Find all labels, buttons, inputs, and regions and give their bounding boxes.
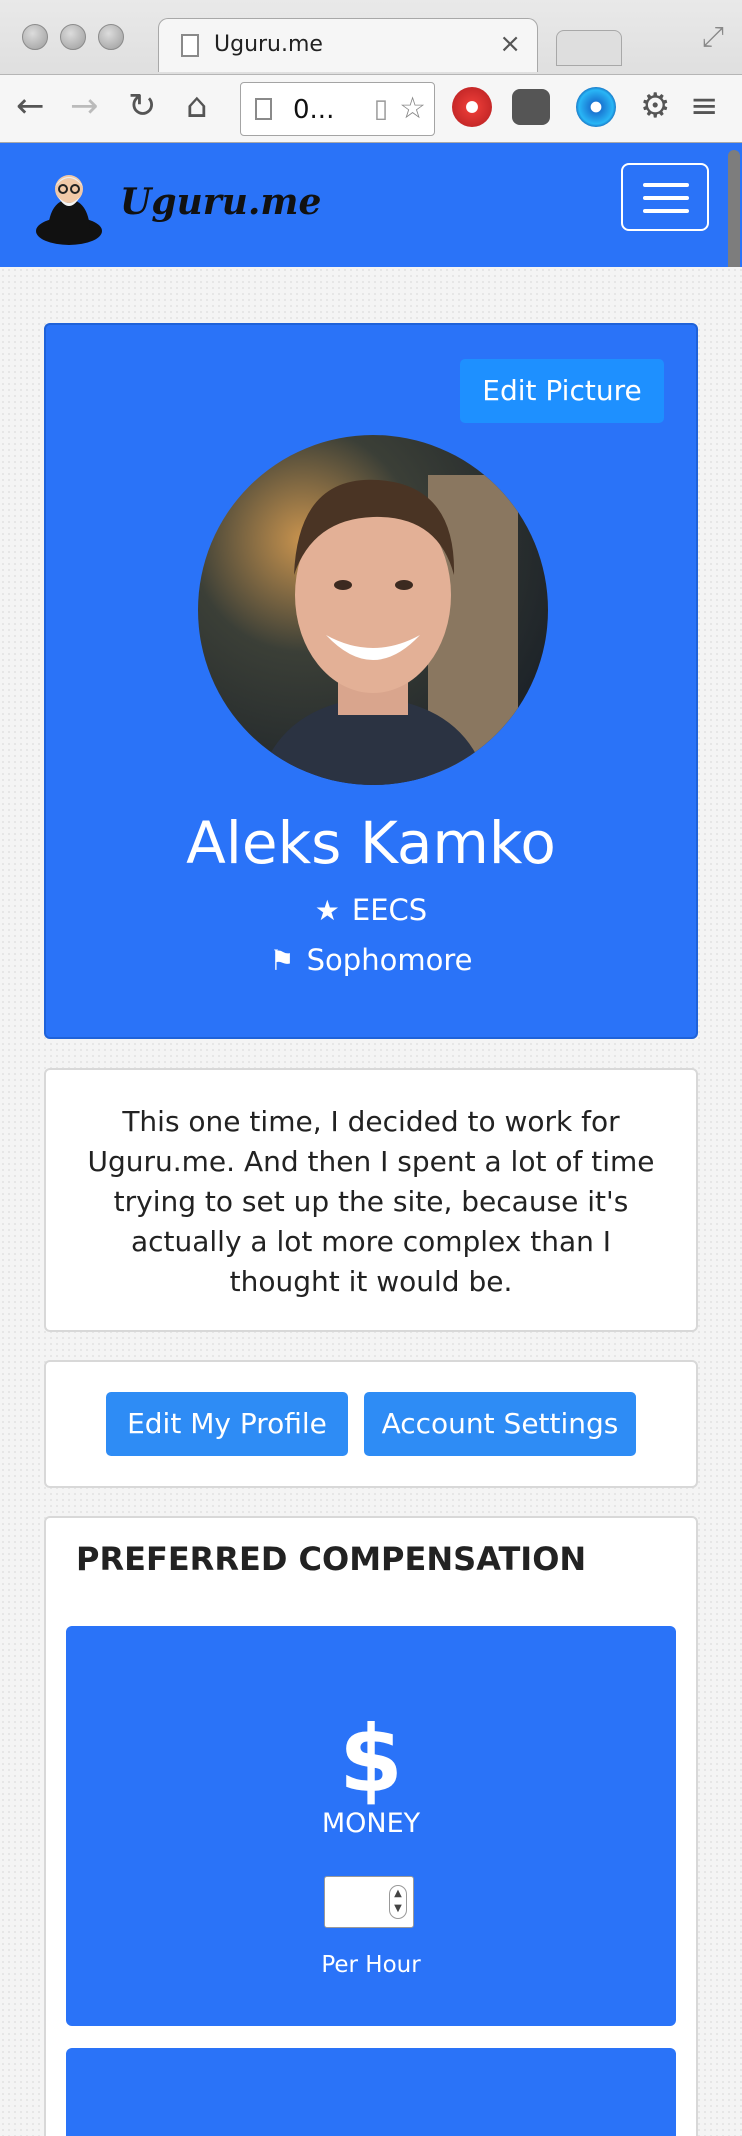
browser-tab[interactable]: Uguru.me ×	[158, 18, 538, 72]
hourly-rate-stepper[interactable]: ▲ ▼	[324, 1876, 414, 1928]
compensation-card: PREFERRED COMPENSATION $ MONEY ▲ ▼ Per Ho…	[44, 1516, 698, 2136]
page-icon	[181, 34, 199, 57]
hamburger-menu-button[interactable]	[621, 163, 709, 231]
account-settings-button[interactable]: Account Settings	[364, 1392, 636, 1456]
per-hour-label: Per Hour	[321, 1952, 421, 1978]
new-tab-button[interactable]	[556, 30, 622, 66]
stepper-arrows-icon[interactable]: ▲ ▼	[389, 1885, 407, 1919]
window-controls	[22, 24, 124, 50]
bio-card: This one time, I decided to work for Ugu…	[44, 1068, 698, 1332]
avatar	[198, 435, 548, 785]
fullscreen-icon[interactable]: ⤢	[702, 20, 724, 54]
year-row: ⚑ Sophomore	[46, 943, 696, 977]
maximize-window-button[interactable]	[98, 24, 124, 50]
next-option-panel[interactable]	[66, 2048, 676, 2136]
pocket-icon[interactable]	[512, 89, 550, 125]
forward-icon[interactable]: →	[70, 89, 99, 123]
menu-icon[interactable]: ≡	[690, 89, 719, 123]
bookmark-star-icon[interactable]: ☆	[399, 91, 426, 126]
profile-card: Edit Picture Aleks Kamko ★ EECS ⚑ Sophom…	[44, 323, 698, 1039]
guru-logo-icon[interactable]	[34, 167, 104, 245]
close-window-button[interactable]	[22, 24, 48, 50]
site-navbar: Uguru.me	[0, 143, 742, 267]
bio-text: This one time, I decided to work for Ugu…	[87, 1105, 655, 1298]
extension-badge-icon[interactable]	[452, 87, 492, 127]
edit-profile-button[interactable]: Edit My Profile	[106, 1392, 348, 1456]
dollar-icon: $	[338, 1706, 403, 1813]
flag-icon: ⚑	[269, 944, 295, 977]
settings-gear-icon[interactable]: ⚙	[640, 89, 670, 123]
back-icon[interactable]: ←	[16, 89, 45, 123]
browser-window-chrome: Uguru.me × ⤢ ← → ↻ ⌂ 0... ▯ ☆ ⚙ ≡	[0, 0, 742, 143]
eye-extension-icon[interactable]	[576, 87, 616, 127]
url-text: 0...	[293, 95, 335, 125]
brand-name[interactable]: Uguru.me	[120, 181, 321, 223]
compensation-heading: PREFERRED COMPENSATION	[76, 1540, 587, 1578]
page-icon	[255, 98, 272, 120]
major-text: EECS	[351, 893, 428, 927]
money-option-panel[interactable]: $ MONEY ▲ ▼ Per Hour	[66, 1626, 676, 2026]
browser-toolbar: ← → ↻ ⌂ 0... ▯ ☆ ⚙ ≡	[0, 74, 742, 142]
major-row: ★ EECS	[46, 893, 696, 927]
device-mode-icon[interactable]: ▯	[374, 94, 388, 124]
close-tab-icon[interactable]: ×	[499, 29, 521, 59]
tab-title: Uguru.me	[214, 32, 323, 57]
edit-picture-button[interactable]: Edit Picture	[460, 359, 664, 423]
address-bar[interactable]: 0... ▯ ☆	[240, 82, 435, 136]
home-icon[interactable]: ⌂	[186, 89, 208, 123]
reload-icon[interactable]: ↻	[128, 89, 157, 123]
minimize-window-button[interactable]	[60, 24, 86, 50]
profile-actions-card: Edit My Profile Account Settings	[44, 1360, 698, 1488]
money-label: MONEY	[321, 1808, 421, 1839]
star-icon: ★	[314, 894, 340, 927]
year-text: Sophomore	[306, 943, 473, 977]
profile-name: Aleks Kamko	[186, 809, 556, 877]
page-content: Edit Picture Aleks Kamko ★ EECS ⚑ Sophom…	[0, 267, 742, 2136]
